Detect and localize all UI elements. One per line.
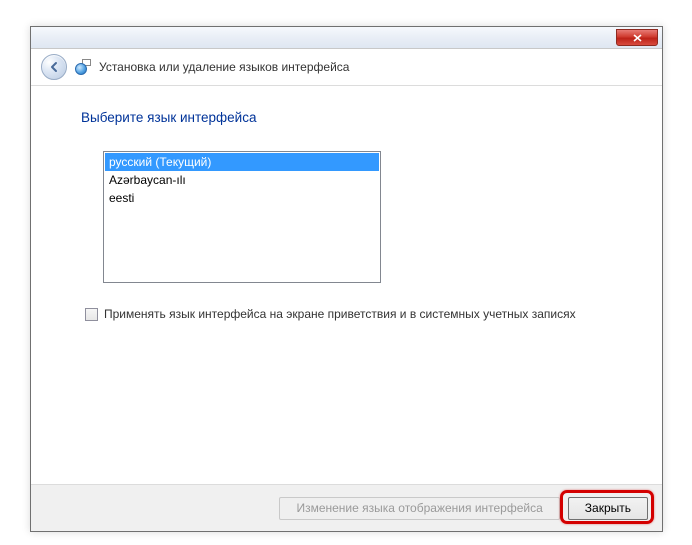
- language-item[interactable]: русский (Текущий): [105, 153, 379, 171]
- close-button[interactable]: Закрыть: [568, 497, 648, 520]
- apply-checkbox[interactable]: [85, 308, 98, 321]
- titlebar: [31, 27, 662, 49]
- footer: Изменение языка отображения интерфейса З…: [31, 484, 662, 531]
- language-item[interactable]: Azərbaycan-ılı: [105, 171, 379, 189]
- arrow-left-icon: [47, 60, 61, 74]
- change-language-button: Изменение языка отображения интерфейса: [279, 497, 559, 520]
- page-heading: Выберите язык интерфейса: [81, 110, 612, 125]
- content-area: Выберите язык интерфейса русский (Текущи…: [31, 86, 662, 321]
- close-icon: [633, 34, 642, 42]
- language-listbox[interactable]: русский (Текущий) Azərbaycan-ılı eesti: [103, 151, 381, 283]
- dialog-window: Установка или удаление языков интерфейса…: [30, 26, 663, 532]
- nav-row: Установка или удаление языков интерфейса: [31, 49, 662, 85]
- back-button[interactable]: [41, 54, 67, 80]
- apply-checkbox-label: Применять язык интерфейса на экране прив…: [104, 307, 576, 321]
- apply-checkbox-row: Применять язык интерфейса на экране прив…: [85, 307, 612, 321]
- window-title: Установка или удаление языков интерфейса: [99, 60, 349, 74]
- language-item[interactable]: eesti: [105, 189, 379, 207]
- window-close-button[interactable]: [616, 29, 658, 46]
- language-globe-icon: [75, 59, 91, 75]
